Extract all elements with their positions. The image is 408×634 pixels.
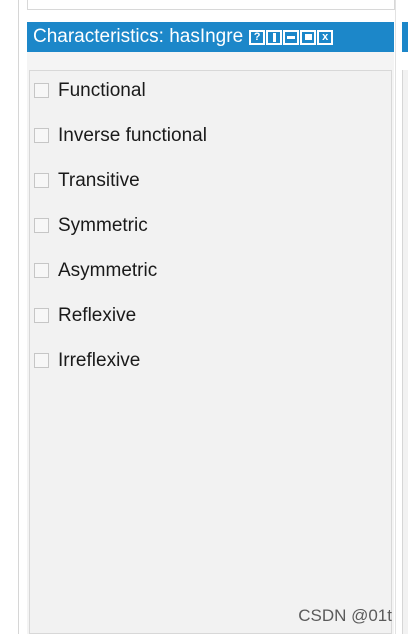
functional-checkbox[interactable]	[34, 83, 49, 98]
upper-panel-edge	[27, 0, 395, 10]
characteristic-label: Transitive	[58, 170, 140, 191]
characteristic-symmetric[interactable]: Symmetric	[30, 214, 207, 259]
maximize-icon[interactable]	[300, 29, 317, 45]
asymmetric-checkbox[interactable]	[34, 263, 49, 278]
characteristic-label: Irreflexive	[58, 350, 141, 371]
adjacent-view-header[interactable]	[402, 22, 408, 52]
help-glyph: ?	[253, 30, 261, 43]
watermark: CSDN @01t	[298, 606, 392, 625]
reflexive-checkbox[interactable]	[34, 308, 49, 323]
characteristic-inverse-functional[interactable]: Inverse functional	[30, 124, 207, 169]
adjacent-view-panel	[402, 70, 408, 634]
close-icon[interactable]: x	[317, 29, 334, 45]
irreflexive-checkbox[interactable]	[34, 353, 49, 368]
left-panel-edge	[0, 0, 19, 634]
characteristic-reflexive[interactable]: Reflexive	[30, 304, 207, 349]
split-view-glyph	[272, 32, 276, 42]
characteristic-label: Symmetric	[58, 215, 148, 236]
view-title-buttons: ? x	[249, 29, 334, 45]
characteristic-irreflexive[interactable]: Irreflexive	[30, 349, 207, 394]
view-title: Characteristics: hasIngre	[33, 26, 244, 47]
characteristic-label: Reflexive	[58, 305, 137, 326]
characteristics-panel: Functional Inverse functional Transitive…	[29, 70, 392, 634]
characteristic-label: Functional	[58, 80, 146, 101]
characteristic-label: Asymmetric	[58, 260, 158, 281]
characteristics-list: Functional Inverse functional Transitive…	[30, 79, 207, 394]
panel-divider[interactable]	[395, 0, 396, 634]
view-title-bar[interactable]: Characteristics: hasIngre ? x	[27, 22, 394, 52]
inverse-functional-checkbox[interactable]	[34, 128, 49, 143]
characteristic-transitive[interactable]: Transitive	[30, 169, 207, 214]
split-view-icon[interactable]	[266, 29, 283, 45]
characteristic-asymmetric[interactable]: Asymmetric	[30, 259, 207, 304]
close-glyph: x	[322, 30, 329, 43]
help-icon[interactable]: ?	[249, 29, 266, 45]
maximize-glyph	[304, 34, 312, 40]
characteristic-label: Inverse functional	[58, 125, 207, 146]
minimize-glyph	[287, 35, 296, 39]
characteristics-view: Characteristics: hasIngre ? x Functional…	[27, 22, 394, 634]
minimize-icon[interactable]	[283, 29, 300, 45]
characteristic-functional[interactable]: Functional	[30, 79, 207, 124]
transitive-checkbox[interactable]	[34, 173, 49, 188]
symmetric-checkbox[interactable]	[34, 218, 49, 233]
